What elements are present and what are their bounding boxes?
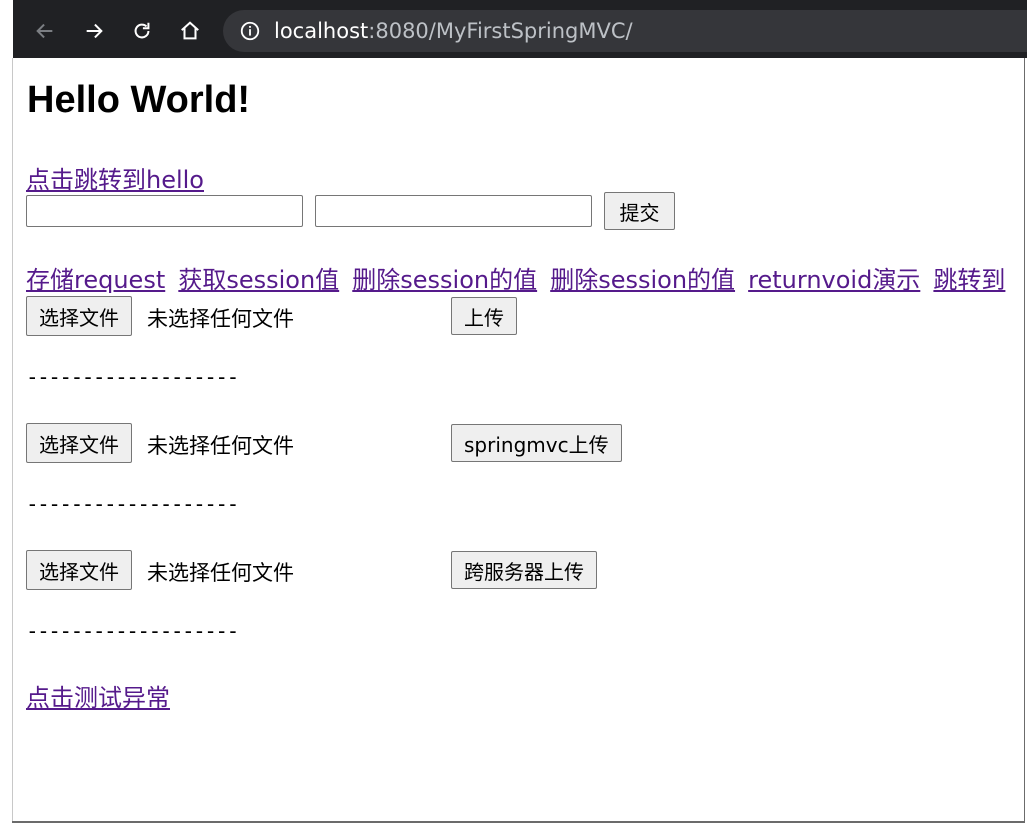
home-icon	[181, 21, 199, 40]
info-icon[interactable]	[239, 20, 261, 42]
home-button[interactable]	[172, 13, 208, 49]
returnvoid-demo-link[interactable]: returnvoid演示	[748, 266, 920, 294]
browser-toolbar: localhost:8080/MyFirstSpringMVC/	[13, 0, 1027, 58]
springmvc-upload-button[interactable]: springmvc上传	[451, 424, 622, 462]
text-input-1[interactable]	[26, 195, 303, 227]
forward-button[interactable]	[76, 13, 112, 49]
store-request-link[interactable]: 存储request	[26, 266, 165, 294]
submit-button[interactable]: 提交	[604, 192, 675, 230]
divider-2: -------------------	[26, 492, 239, 516]
file-status: 未选择任何文件	[147, 561, 294, 585]
page-title: Hello World!	[27, 79, 251, 121]
url-host: localhost	[274, 19, 369, 43]
text-input-2[interactable]	[315, 195, 592, 227]
hello-link[interactable]: 点击跳转到hello	[26, 160, 204, 195]
reload-button[interactable]	[124, 13, 160, 49]
cross-server-upload-button[interactable]: 跨服务器上传	[451, 551, 597, 589]
divider-1: -------------------	[26, 365, 239, 389]
page-frame-right	[1024, 58, 1025, 823]
page-content: Hello World! 点击跳转到hello 提交 存储request 获取s…	[26, 58, 1024, 821]
choose-file-button[interactable]: 选择文件	[26, 296, 132, 336]
url-path: :8080/MyFirstSpringMVC/	[368, 19, 633, 43]
reload-icon	[134, 22, 150, 39]
action-links: 存储request 获取session值 删除session的值 删除sessi…	[26, 260, 1013, 295]
redirect-link[interactable]: 跳转到	[933, 266, 1005, 294]
test-exception-link[interactable]: 点击测试异常	[26, 678, 170, 713]
get-session-link[interactable]: 获取session值	[178, 266, 339, 294]
arrow-left-icon	[36, 23, 53, 39]
file-status: 未选择任何文件	[147, 307, 294, 331]
back-button[interactable]	[27, 13, 63, 49]
divider-3: -------------------	[26, 619, 239, 643]
upload-form-2: 选择文件 未选择任何文件 springmvc上传	[26, 423, 1024, 463]
upload-button[interactable]: 上传	[451, 297, 517, 335]
file-status: 未选择任何文件	[147, 434, 294, 458]
page-frame-left	[12, 58, 13, 823]
address-bar[interactable]: localhost:8080/MyFirstSpringMVC/	[223, 10, 1027, 52]
delete-session-link-2[interactable]: 删除session的值	[550, 266, 735, 294]
upload-form-3: 选择文件 未选择任何文件 跨服务器上传	[26, 550, 1024, 590]
arrow-right-icon	[86, 23, 103, 39]
url-text: localhost:8080/MyFirstSpringMVC/	[274, 19, 633, 43]
upload-form-1: 选择文件 未选择任何文件 上传	[26, 296, 1024, 336]
delete-session-link-1[interactable]: 删除session的值	[352, 266, 537, 294]
choose-file-button[interactable]: 选择文件	[26, 423, 132, 463]
choose-file-button[interactable]: 选择文件	[26, 550, 132, 590]
